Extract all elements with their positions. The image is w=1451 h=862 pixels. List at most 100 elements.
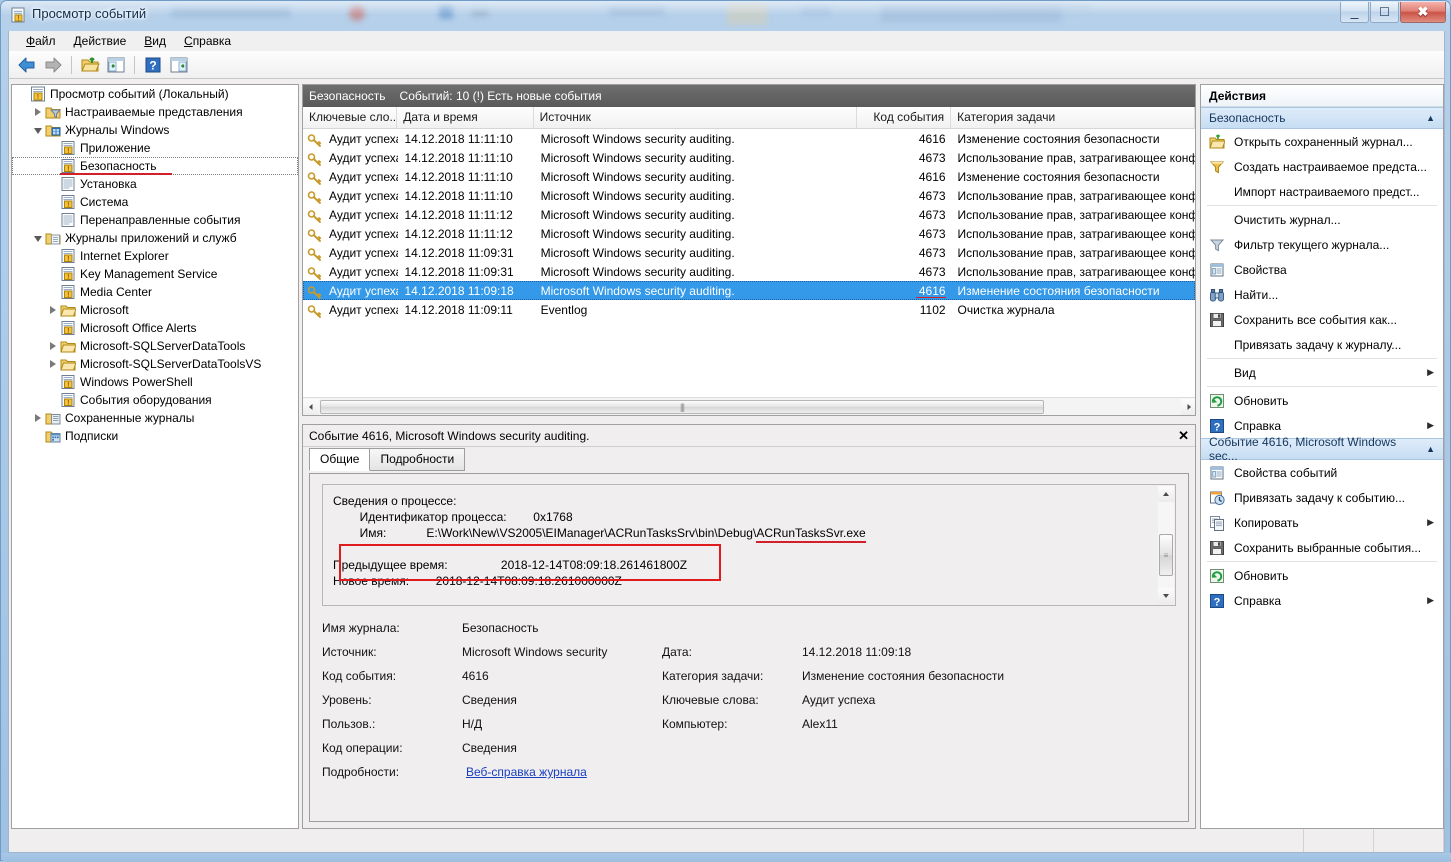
event-list-rows[interactable]: Аудит успеха 14.12.2018 11:11:10 Microsoft… <box>303 129 1195 319</box>
action-item-0-1[interactable]: Создать настраиваемое предста... <box>1201 154 1443 179</box>
menu-help[interactable]: Справка <box>175 32 240 50</box>
action-item-0-7[interactable]: Сохранить все события как... <box>1201 307 1443 332</box>
help-icon[interactable]: ? <box>141 53 165 77</box>
tree-expander-collapsed-icon[interactable] <box>46 303 60 317</box>
tree-expander-collapsed-icon[interactable] <box>46 339 60 353</box>
action-item-0-10[interactable]: Обновить <box>1201 388 1443 413</box>
event-list-hscrollbar[interactable]: ||| <box>303 397 1195 415</box>
hscrollbar-thumb[interactable]: ||| <box>320 399 1044 414</box>
event-list-header[interactable]: Ключевые сло... Дата и время Источник Код с… <box>303 107 1195 129</box>
action-item-label: Привязать задачу к журналу... <box>1234 337 1402 352</box>
tree-item-17[interactable]: ! События оборудования <box>12 391 298 409</box>
log-web-help-link[interactable]: Веб-справка журнала <box>466 765 587 779</box>
forward-icon[interactable] <box>41 53 65 77</box>
cell-2: Microsoft Windows security auditing. <box>540 169 735 184</box>
event-message-box[interactable]: Сведения о процессе: Идентификатор проце… <box>322 484 1176 606</box>
action-item-0-3[interactable]: Очистить журнал... <box>1201 207 1443 232</box>
scroll-up-arrow-icon[interactable] <box>1158 486 1174 502</box>
tree-item-14[interactable]: Microsoft-SQLServerDataTools <box>12 337 298 355</box>
tree-item-0[interactable]: ! Просмотр событий (Локальный) <box>12 85 298 103</box>
tab-general[interactable]: Общие <box>309 448 371 471</box>
tree-item-5[interactable]: Установка <box>12 175 298 193</box>
tree-expander-collapsed-icon[interactable] <box>31 411 45 425</box>
tree-expander-expanded-icon[interactable] <box>31 123 45 137</box>
tree-item-19[interactable]: Подписки <box>12 427 298 445</box>
tree-item-3[interactable]: ! Приложение <box>12 139 298 157</box>
tree-expander-collapsed-icon[interactable] <box>46 357 60 371</box>
table-row[interactable]: Аудит успеха 14.12.2018 11:11:10 Microsoft… <box>303 186 1195 205</box>
table-row[interactable]: Аудит успеха 14.12.2018 11:11:12 Microsoft… <box>303 205 1195 224</box>
menu-view[interactable]: Вид <box>135 32 175 50</box>
message-vscrollbar-thumb[interactable]: ≡ <box>1159 534 1173 576</box>
detail-tabs[interactable]: Общие Подробности <box>303 447 1195 471</box>
tree-item-1[interactable]: Настраиваемые представления <box>12 103 298 121</box>
tree-item-16[interactable]: ! Windows PowerShell <box>12 373 298 391</box>
action-item-1-0[interactable]: Свойства событий <box>1201 460 1443 485</box>
menu-file[interactable]: Файл <box>17 32 65 50</box>
action-item-1-2[interactable]: Копировать ▶ <box>1201 510 1443 535</box>
tree-item-15[interactable]: Microsoft-SQLServerDataToolsVS <box>12 355 298 373</box>
table-row[interactable]: Аудит успеха 14.12.2018 11:09:31 Microsoft… <box>303 262 1195 281</box>
action-item-0-5[interactable]: Свойства <box>1201 257 1443 282</box>
show-action-pane-icon[interactable] <box>167 53 191 77</box>
tree-item-12[interactable]: Microsoft <box>12 301 298 319</box>
tree-item-6[interactable]: ! Система <box>12 193 298 211</box>
action-item-1-4[interactable]: Обновить <box>1201 563 1443 588</box>
tree-item-18[interactable]: Сохраненные журналы <box>12 409 298 427</box>
back-icon[interactable] <box>15 53 39 77</box>
tree-item-4[interactable]: ! Безопасность <box>12 157 298 175</box>
table-row[interactable]: Аудит успеха 14.12.2018 11:09:11 Eventlog 1… <box>303 300 1195 319</box>
table-row[interactable]: Аудит успеха 14.12.2018 11:11:10 Microsoft… <box>303 148 1195 167</box>
tree-item-8[interactable]: Журналы приложений и служб <box>12 229 298 247</box>
tree-item-10[interactable]: ! Key Management Service <box>12 265 298 283</box>
column-header-2[interactable]: Источник <box>533 107 857 128</box>
table-row[interactable]: Аудит успеха 14.12.2018 11:11:10 Microsoft… <box>303 129 1195 148</box>
tree-item-7[interactable]: Перенаправленные события <box>12 211 298 229</box>
open-folder-icon[interactable] <box>78 53 102 77</box>
twisty-triangle <box>50 306 56 314</box>
table-row[interactable]: Аудит успеха 14.12.2018 11:11:12 Microsoft… <box>303 224 1195 243</box>
message-vscrollbar[interactable]: ≡ <box>1158 486 1174 604</box>
event-id-annotation-underline <box>915 296 946 298</box>
minimize-button[interactable]: _ <box>1340 2 1369 23</box>
table-row[interactable]: Аудит успеха 14.12.2018 11:11:10 Microsoft… <box>303 167 1195 186</box>
action-item-0-9[interactable]: Вид ▶ <box>1201 360 1443 385</box>
restore-button[interactable]: ☐ <box>1370 2 1399 23</box>
action-item-0-0[interactable]: Открыть сохраненный журнал... <box>1201 129 1443 154</box>
tree-expander-collapsed-icon[interactable] <box>31 105 45 119</box>
refresh-icon <box>1209 568 1225 584</box>
tree-item-2[interactable]: Журналы Windows <box>12 121 298 139</box>
column-header-3[interactable]: Код события <box>856 107 952 128</box>
action-item-1-3[interactable]: Сохранить выбранные события... <box>1201 535 1443 560</box>
menu-action[interactable]: Действие <box>65 32 136 50</box>
actions-group-header-1[interactable]: Событие 4616, Microsoft Windows sec... ▲ <box>1201 435 1443 463</box>
collapse-chevron-up-icon[interactable]: ▲ <box>1426 444 1435 454</box>
action-item-0-4[interactable]: Фильтр текущего журнала... <box>1201 232 1443 257</box>
tree-item-13[interactable]: ! Microsoft Office Alerts <box>12 319 298 337</box>
action-item-1-1[interactable]: Привязать задачу к событию... <box>1201 485 1443 510</box>
action-item-0-6[interactable]: Найти... <box>1201 282 1443 307</box>
column-header-0[interactable]: Ключевые сло... <box>303 107 398 128</box>
tree-expander-expanded-icon[interactable] <box>31 231 45 245</box>
action-item-1-5[interactable]: ? Справка ▶ <box>1201 588 1443 613</box>
tree-item-11[interactable]: ! Media Center <box>12 283 298 301</box>
table-row[interactable]: Аудит успеха 14.12.2018 11:09:18 Microsoft… <box>303 281 1195 300</box>
tab-details[interactable]: Подробности <box>369 448 466 471</box>
actions-group-header-0[interactable]: Безопасность ▲ <box>1201 107 1443 129</box>
scroll-left-arrow-icon[interactable] <box>303 398 319 415</box>
detail-close-icon[interactable]: ✕ <box>1178 428 1189 444</box>
collapse-chevron-up-icon[interactable]: ▲ <box>1426 113 1435 123</box>
scroll-right-arrow-icon[interactable] <box>1181 398 1195 415</box>
action-item-0-2[interactable]: Импорт настраиваемого предст... <box>1201 179 1443 204</box>
close-button[interactable]: ✖ <box>1400 2 1446 23</box>
column-header-1[interactable]: Дата и время <box>397 107 534 128</box>
event-detail-panel: Событие 4616, Microsoft Windows security… <box>302 424 1196 829</box>
show-tree-icon[interactable] <box>104 53 128 77</box>
table-row[interactable]: Аудит успеха 14.12.2018 11:09:31 Microsoft… <box>303 243 1195 262</box>
tree-item-9[interactable]: ! Internet Explorer <box>12 247 298 265</box>
console-tree[interactable]: ! Просмотр событий (Локальный) Настраиваем… <box>11 84 299 829</box>
column-header-4[interactable]: Категория задачи <box>951 107 1195 128</box>
metadata-row-6: Подробности: Веб-справка журнала <box>322 760 1176 784</box>
action-item-0-8[interactable]: Привязать задачу к журналу... <box>1201 332 1443 357</box>
scroll-down-arrow-icon[interactable] <box>1158 588 1174 604</box>
